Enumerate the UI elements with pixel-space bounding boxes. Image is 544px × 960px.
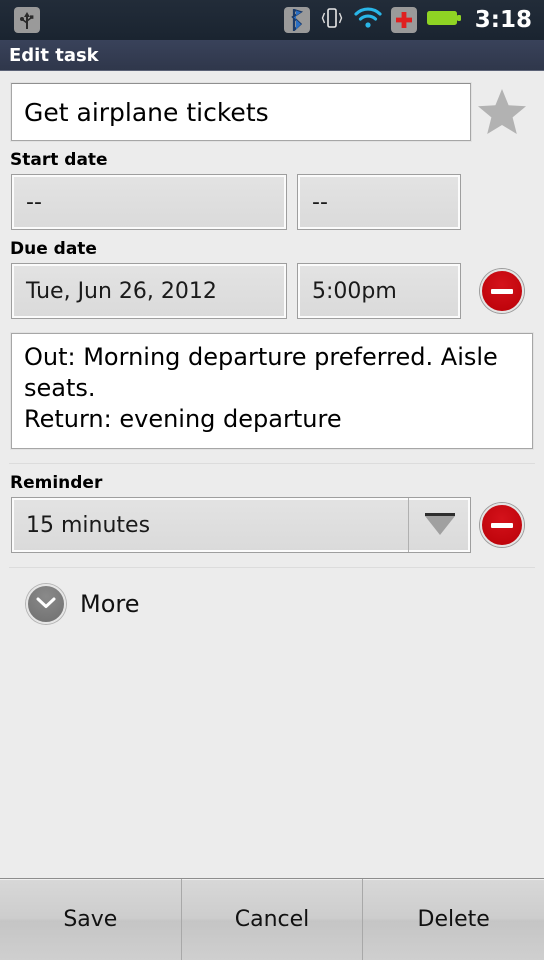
favorite-star-button[interactable] [471, 83, 533, 141]
more-row[interactable]: More [0, 568, 544, 624]
battery-icon [426, 8, 462, 32]
bottom-button-bar: Save Cancel Delete [0, 878, 544, 960]
chevron-down-circle-icon [35, 596, 57, 613]
status-bar-left [14, 7, 40, 33]
due-date-row: Tue, Jun 26, 2012 5:00pm [0, 263, 544, 319]
chevron-down-icon [424, 512, 455, 535]
start-time-button[interactable]: -- [297, 174, 461, 230]
reminder-remove-slot [471, 503, 533, 547]
start-date-button[interactable]: -- [11, 174, 287, 230]
task-name-input[interactable]: Get airplane tickets [11, 83, 471, 141]
cancel-button[interactable]: Cancel [180, 879, 363, 960]
minus-circle-icon [491, 522, 513, 528]
red-cross-icon [390, 7, 417, 33]
notes-row: Out: Morning departure preferred. Aisle … [0, 319, 544, 449]
vibrate-icon [319, 6, 345, 34]
due-date-label: Due date [10, 239, 97, 259]
reminder-spinner[interactable]: 15 minutes [11, 497, 471, 553]
save-button[interactable]: Save [0, 879, 181, 960]
wifi-icon [354, 7, 382, 33]
usb-icon [14, 7, 40, 33]
edit-task-screen: 3:18 Edit task Get airplane tickets Star… [0, 0, 544, 960]
star-icon [477, 87, 527, 138]
reminder-selected-value: 15 minutes [26, 512, 151, 538]
reminder-label: Reminder [10, 473, 103, 493]
task-name-row: Get airplane tickets [0, 71, 544, 141]
notes-input[interactable]: Out: Morning departure preferred. Aisle … [11, 333, 533, 449]
more-toggle-button[interactable] [26, 584, 66, 624]
reminder-remove-button[interactable] [480, 503, 524, 547]
status-bar: 3:18 [0, 0, 544, 40]
due-date-remove-slot [471, 269, 533, 313]
more-label: More [80, 590, 140, 618]
status-bar-clock: 3:18 [474, 7, 532, 33]
due-date-button[interactable]: Tue, Jun 26, 2012 [11, 263, 287, 319]
status-bar-right: 3:18 [283, 6, 532, 34]
page-title: Edit task [9, 44, 99, 66]
due-time-button[interactable]: 5:00pm [297, 263, 461, 319]
due-date-remove-button[interactable] [480, 269, 524, 313]
title-bar: Edit task [0, 40, 544, 71]
delete-button[interactable]: Delete [362, 879, 544, 960]
reminder-dropdown-arrow[interactable] [408, 498, 470, 552]
start-date-label: Start date [10, 150, 108, 170]
form-content: Get airplane tickets Start date -- -- Du… [0, 71, 544, 878]
start-date-row: -- -- [0, 174, 544, 230]
bluetooth-icon [283, 7, 310, 33]
minus-circle-icon [491, 288, 513, 294]
reminder-row: 15 minutes [0, 497, 544, 553]
